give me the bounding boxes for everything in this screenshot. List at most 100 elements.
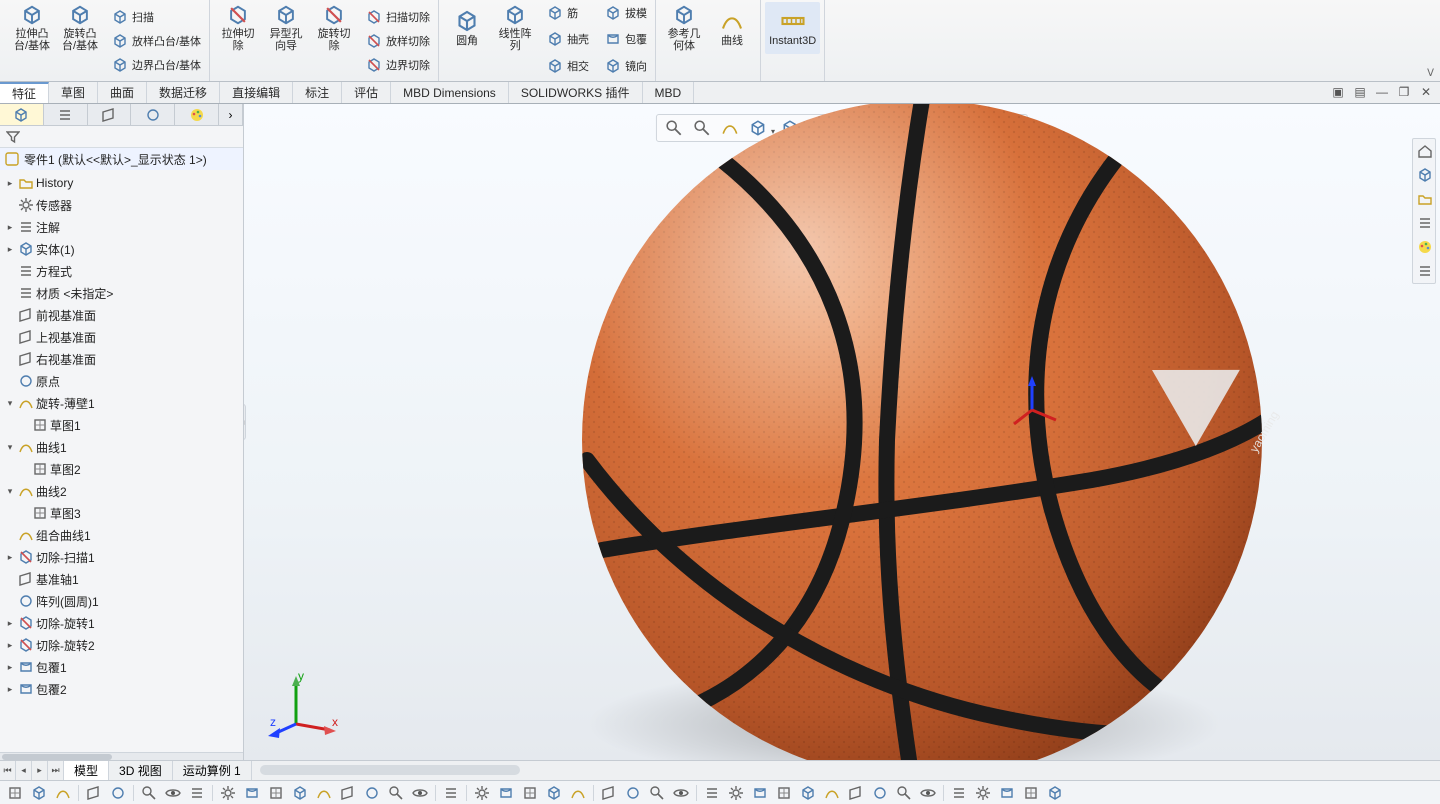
extrude-cut-button[interactable]: 拉伸切 除 xyxy=(214,2,262,54)
status-btn-9[interactable] xyxy=(241,783,263,803)
tree-node-16[interactable]: 组合曲线1 xyxy=(0,524,243,546)
revolve-cut-button[interactable]: 旋转切 除 xyxy=(310,2,358,54)
tree-twisty[interactable]: ▸ xyxy=(4,178,16,189)
minimize-icon[interactable]: — xyxy=(1374,84,1390,100)
command-tab-4[interactable]: 直接编辑 xyxy=(220,82,293,103)
ribbon-collapse-icon[interactable]: ᐯ xyxy=(1427,68,1434,79)
tree-node-23[interactable]: ▸包覆2 xyxy=(0,678,243,700)
tree-node-4[interactable]: 方程式 xyxy=(0,260,243,282)
tree-node-10[interactable]: ▾旋转-薄壁1 xyxy=(0,392,243,414)
status-btn-7[interactable] xyxy=(186,783,208,803)
status-btn-14[interactable] xyxy=(361,783,383,803)
tree-node-15[interactable]: 草图3 xyxy=(0,502,243,524)
linear-pattern-button[interactable]: 线性阵 列 xyxy=(491,2,539,54)
tree-node-19[interactable]: 阵列(圆周)1 xyxy=(0,590,243,612)
status-btn-31[interactable] xyxy=(797,783,819,803)
status-btn-6[interactable] xyxy=(162,783,184,803)
shell-button[interactable]: 抽壳 xyxy=(543,28,593,50)
close-icon[interactable]: ✕ xyxy=(1418,84,1434,100)
panel-tab-appearance[interactable] xyxy=(175,104,219,125)
status-btn-0[interactable] xyxy=(4,783,26,803)
tree-node-12[interactable]: ▾曲线1 xyxy=(0,436,243,458)
status-btn-27[interactable] xyxy=(701,783,723,803)
status-btn-38[interactable] xyxy=(972,783,994,803)
status-btn-11[interactable] xyxy=(289,783,311,803)
loft-cut-button[interactable]: 放样切除 xyxy=(362,30,434,52)
status-btn-5[interactable] xyxy=(138,783,160,803)
bottom-tab-0[interactable]: 模型 xyxy=(64,761,109,780)
command-tab-1[interactable]: 草图 xyxy=(49,82,98,103)
tree-node-17[interactable]: ▸切除-扫描1 xyxy=(0,546,243,568)
tree-node-5[interactable]: 材质 <未指定> xyxy=(0,282,243,304)
status-btn-36[interactable] xyxy=(917,783,939,803)
command-tab-5[interactable]: 标注 xyxy=(293,82,342,103)
tree-node-14[interactable]: ▾曲线2 xyxy=(0,480,243,502)
taskpane-view-palette[interactable] xyxy=(1413,211,1437,235)
panel-tab-config[interactable] xyxy=(88,104,132,125)
panel-tab-overflow[interactable]: › xyxy=(219,104,243,125)
root-node[interactable]: 零件1 (默认<<默认>_显示状态 1>) xyxy=(0,148,243,170)
status-btn-32[interactable] xyxy=(821,783,843,803)
command-tab-6[interactable]: 评估 xyxy=(342,82,391,103)
tab-nav-first[interactable]: ⏮ xyxy=(0,761,16,780)
sweep-cut-button[interactable]: 扫描切除 xyxy=(362,6,434,28)
status-btn-21[interactable] xyxy=(543,783,565,803)
splitter-handle[interactable]: ◂ xyxy=(244,404,246,440)
tree-node-8[interactable]: 右视基准面 xyxy=(0,348,243,370)
tree-hscrollbar[interactable] xyxy=(0,752,243,760)
tree-node-1[interactable]: 传感器 xyxy=(0,194,243,216)
hole-wizard-button[interactable]: 异型孔 向导 xyxy=(262,2,310,54)
tree-twisty[interactable]: ▸ xyxy=(4,640,16,651)
wrap-button[interactable]: 包覆 xyxy=(601,28,651,50)
pane-split-icon[interactable]: ▣ xyxy=(1330,84,1346,100)
tree-node-18[interactable]: 基准轴1 xyxy=(0,568,243,590)
status-btn-25[interactable] xyxy=(646,783,668,803)
tree-node-0[interactable]: ▸History xyxy=(0,172,243,194)
command-tab-2[interactable]: 曲面 xyxy=(98,82,147,103)
tree-node-13[interactable]: 草图2 xyxy=(0,458,243,480)
tree-twisty[interactable]: ▸ xyxy=(4,662,16,673)
tree-node-7[interactable]: 上视基准面 xyxy=(0,326,243,348)
status-btn-2[interactable] xyxy=(52,783,74,803)
tree-twisty[interactable]: ▸ xyxy=(4,618,16,629)
tree-node-21[interactable]: ▸切除-旋转2 xyxy=(0,634,243,656)
status-btn-24[interactable] xyxy=(622,783,644,803)
panel-tab-feature-tree[interactable] xyxy=(0,104,44,125)
taskpane-home[interactable] xyxy=(1413,139,1437,163)
tree-node-2[interactable]: ▸注解 xyxy=(0,216,243,238)
sweep-button[interactable]: 扫描 xyxy=(108,6,205,28)
filter-row[interactable] xyxy=(0,126,243,148)
panel-tab-property[interactable] xyxy=(44,104,88,125)
tree-node-3[interactable]: ▸实体(1) xyxy=(0,238,243,260)
ref-geom-button[interactable]: 参考几 何体 xyxy=(660,2,708,54)
status-btn-19[interactable] xyxy=(495,783,517,803)
status-btn-39[interactable] xyxy=(996,783,1018,803)
tree-twisty[interactable]: ▸ xyxy=(4,684,16,695)
tree-twisty[interactable]: ▾ xyxy=(4,486,16,497)
status-btn-10[interactable] xyxy=(265,783,287,803)
command-tab-8[interactable]: SOLIDWORKS 插件 xyxy=(509,82,643,103)
instant3d-button[interactable]: Instant3D xyxy=(765,2,820,54)
view-triad[interactable]: y x z xyxy=(268,668,340,740)
tree-node-11[interactable]: 草图1 xyxy=(0,414,243,436)
loft-button[interactable]: 放样凸台/基体 xyxy=(108,30,205,52)
status-btn-3[interactable] xyxy=(83,783,105,803)
tree-twisty[interactable]: ▸ xyxy=(4,222,16,233)
command-tab-9[interactable]: MBD xyxy=(643,82,695,103)
rib-button[interactable]: 筋 xyxy=(543,2,593,24)
tree-node-20[interactable]: ▸切除-旋转1 xyxy=(0,612,243,634)
tree-twisty[interactable]: ▸ xyxy=(4,552,16,563)
bottom-hscrollbar[interactable] xyxy=(260,761,1440,780)
model-basketball[interactable]: yaoming xyxy=(492,104,1352,760)
status-btn-1[interactable] xyxy=(28,783,50,803)
pane-tile-icon[interactable]: ▤ xyxy=(1352,84,1368,100)
status-btn-16[interactable] xyxy=(409,783,431,803)
status-btn-30[interactable] xyxy=(773,783,795,803)
status-btn-28[interactable] xyxy=(725,783,747,803)
draft-button[interactable]: 拔模 xyxy=(601,2,651,24)
status-btn-22[interactable] xyxy=(567,783,589,803)
command-tab-7[interactable]: MBD Dimensions xyxy=(391,82,509,103)
curves-button[interactable]: 曲线 xyxy=(708,2,756,54)
status-btn-40[interactable] xyxy=(1020,783,1042,803)
command-tab-0[interactable]: 特征 xyxy=(0,82,49,103)
